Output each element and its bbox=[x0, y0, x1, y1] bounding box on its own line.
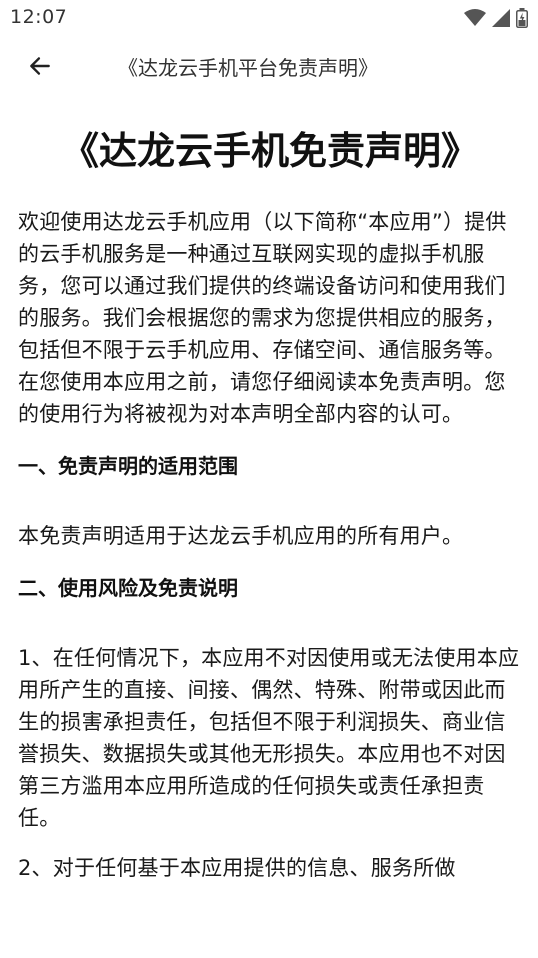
section-heading-risk: 二、使用风险及免责说明 bbox=[18, 576, 238, 600]
battery-icon bbox=[516, 8, 528, 28]
cellular-signal-icon bbox=[492, 9, 510, 27]
wifi-icon bbox=[464, 9, 486, 26]
app-bar: 《达龙云手机平台免责声明》 bbox=[0, 36, 538, 96]
back-button[interactable] bbox=[20, 46, 60, 86]
risk-item-1: 1、在任何情况下，本应用不对因使用或无法使用本应用所产生的直接、间接、偶然、特殊… bbox=[18, 646, 520, 830]
app-bar-title: 《达龙云手机平台免责声明》 bbox=[118, 56, 378, 80]
document-title: 《达龙云手机免责声明》 bbox=[60, 129, 479, 173]
status-time: 12:07 bbox=[10, 6, 68, 28]
document-content[interactable]: 《达龙云手机免责声明》 欢迎使用达龙云手机应用（以下简称“本应用”）提供的云手机… bbox=[18, 118, 522, 884]
section-heading-scope: 一、免责声明的适用范围 bbox=[18, 454, 238, 478]
arrow-left-icon bbox=[30, 57, 50, 75]
status-icons bbox=[464, 8, 528, 28]
risk-item-2: 2、对于任何基于本应用提供的信息、服务所做 bbox=[18, 856, 456, 880]
intro-paragraph: 欢迎使用达龙云手机应用（以下简称“本应用”）提供的云手机服务是一种通过互联网实现… bbox=[18, 210, 507, 426]
scope-paragraph: 本免责声明适用于达龙云手机应用的所有用户。 bbox=[18, 524, 464, 548]
status-bar: 12:07 bbox=[0, 0, 538, 36]
